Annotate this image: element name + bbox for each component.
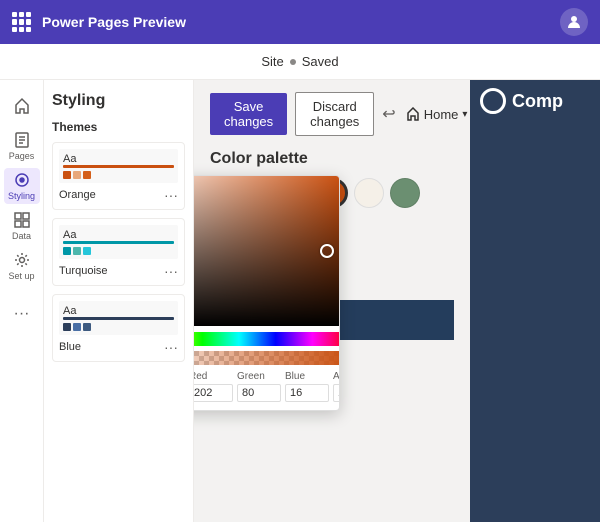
green-label: Green (237, 371, 281, 382)
sidebar-item-styling[interactable]: Styling (4, 168, 40, 204)
theme-bar-orange (63, 165, 174, 168)
home-icon (406, 107, 420, 121)
alpha-label: Alpha (333, 371, 340, 382)
color-picker-popup: Hex Red Green Blue Alpha (194, 175, 340, 411)
theme-preview-orange: Aa (59, 149, 178, 183)
red-input-group: Red (194, 371, 233, 402)
saved-label: Saved (302, 54, 339, 69)
sidebar-pages-label: Pages (9, 151, 35, 161)
nav-controls: ↩ Home ▾ (382, 103, 470, 126)
theme-name-turquoise: Turquoise (59, 265, 108, 277)
theme-more-turquoise[interactable]: ··· (164, 263, 178, 279)
home-label: Home (424, 107, 459, 122)
theme-name-blue: Blue (59, 341, 81, 353)
sidebar-setup-label: Set up (8, 271, 34, 281)
preview-header: Comp (470, 80, 600, 122)
theme-card-turquoise[interactable]: Aa Turquoise ··· (52, 218, 185, 286)
sidebar-item-data[interactable]: Data (4, 208, 40, 244)
preview-logo-circle (480, 88, 506, 114)
theme-sample-text-b: Aa (63, 305, 174, 317)
theme-dots-orange (63, 171, 174, 179)
theme-bar-blue (63, 317, 174, 320)
theme-more-blue[interactable]: ··· (164, 339, 178, 355)
green-input-group: Green (237, 371, 281, 402)
theme-dot-b1 (63, 323, 71, 331)
content-area: Save changes Discard changes ↩ Home ▾ Co… (194, 80, 470, 522)
toolbar: Save changes Discard changes ↩ Home ▾ (210, 92, 454, 136)
theme-dots-turquoise (63, 247, 174, 255)
color-spectrum[interactable] (194, 332, 340, 346)
theme-preview-blue: Aa (59, 301, 178, 335)
color-inputs: Hex Red Green Blue Alpha (194, 365, 339, 410)
blue-input-group: Blue (285, 371, 329, 402)
theme-dot-t3 (83, 247, 91, 255)
theme-preview-turquoise: Aa (59, 225, 178, 259)
blue-input[interactable] (285, 384, 329, 402)
theme-dots-blue (63, 323, 174, 331)
sidebar-item-home[interactable] (4, 88, 40, 124)
user-avatar[interactable] (560, 8, 588, 36)
discard-button[interactable]: Discard changes (295, 92, 374, 136)
preview-company-text: Comp (512, 91, 563, 112)
sliders-row (194, 326, 339, 365)
save-button[interactable]: Save changes (210, 93, 287, 135)
nav-back-icon[interactable]: ↩ (382, 104, 395, 124)
theme-sample-text: Aa (63, 153, 174, 165)
theme-bar-turquoise (63, 241, 174, 244)
sidebar-item-setup[interactable]: Set up (4, 248, 40, 284)
theme-sample-text-t: Aa (63, 229, 174, 241)
theme-name-orange: Orange (59, 189, 96, 201)
theme-dot-2 (73, 171, 81, 179)
theme-dot-t2 (73, 247, 81, 255)
styling-title: Styling (52, 92, 185, 110)
sidebar-styling-label: Styling (8, 191, 35, 201)
alpha-input[interactable] (333, 384, 340, 402)
theme-label-row-b: Blue ··· (59, 339, 178, 355)
color-palette-title: Color palette (210, 150, 454, 168)
separator-dot (290, 59, 296, 65)
sidebar-item-pages[interactable]: Pages (4, 128, 40, 164)
theme-card-orange[interactable]: Aa Orange ··· (52, 142, 185, 210)
red-input[interactable] (194, 384, 233, 402)
main-layout: Pages Styling Data Set up ··· Styling Th… (0, 80, 600, 522)
right-preview-panel: Comp (470, 80, 600, 522)
theme-dot-b2 (73, 323, 81, 331)
site-label: Site (261, 54, 283, 69)
red-label: Red (194, 371, 233, 382)
green-input[interactable] (237, 384, 281, 402)
theme-label-row-t: Turquoise ··· (59, 263, 178, 279)
theme-dot-b3 (83, 323, 91, 331)
home-chevron-icon: ▾ (462, 109, 467, 120)
grid-icon[interactable] (12, 12, 32, 32)
themes-subtitle: Themes (52, 120, 185, 134)
theme-card-blue[interactable]: Aa Blue ··· (52, 294, 185, 362)
alpha-input-group: Alpha (333, 371, 340, 402)
left-sidebar: Pages Styling Data Set up ··· (0, 80, 44, 522)
theme-dot-3 (83, 171, 91, 179)
color-gradient-box[interactable] (194, 176, 340, 326)
home-button[interactable]: Home ▾ (400, 103, 470, 126)
color-gradient-cursor[interactable] (320, 244, 334, 258)
app-title: Power Pages Preview (42, 14, 560, 30)
theme-more-orange[interactable]: ··· (164, 187, 178, 203)
sidebar-data-label: Data (12, 231, 31, 241)
sidebar-more[interactable]: ··· (4, 296, 40, 332)
theme-dot-t1 (63, 247, 71, 255)
swatch-6[interactable] (390, 178, 420, 208)
theme-dot-1 (63, 171, 71, 179)
blue-label: Blue (285, 371, 329, 382)
themes-panel: Styling Themes Aa Orange ··· Aa (44, 80, 194, 522)
swatch-5[interactable] (354, 178, 384, 208)
theme-label-row: Orange ··· (59, 187, 178, 203)
color-alpha-slider[interactable] (194, 351, 340, 365)
top-bar: Power Pages Preview (0, 0, 600, 44)
second-bar: Site Saved (0, 44, 600, 80)
